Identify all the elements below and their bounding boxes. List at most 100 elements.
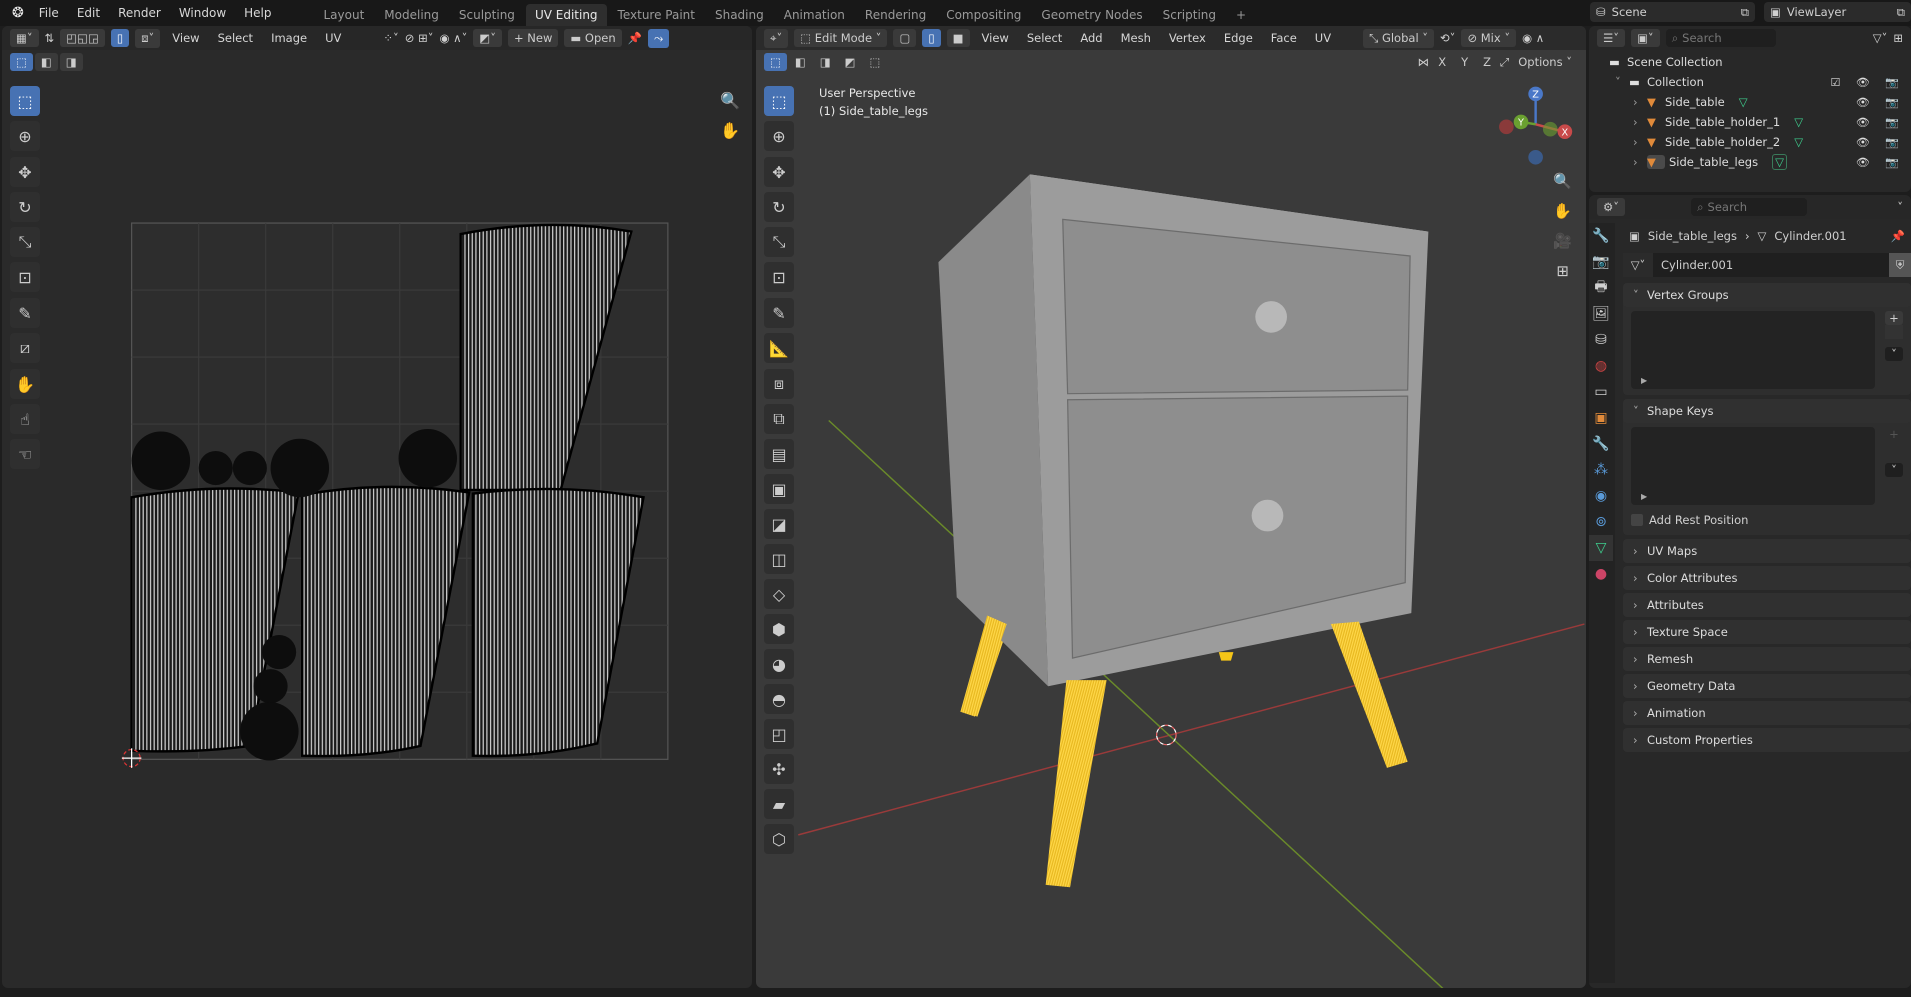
menu-window[interactable]: Window [170,6,235,20]
loop-cut-tool-icon[interactable]: ◫ [764,544,794,574]
select-subtract-icon[interactable]: ◨ [59,53,83,71]
tab-shading[interactable]: Shading [706,4,773,26]
mirror-y-toggle[interactable]: Y [1455,53,1475,71]
collapsed-panel-color-attributes[interactable]: › Color Attributes [1623,566,1911,590]
ortho-toggle-icon[interactable]: ⊞ [1553,256,1572,286]
vp-select-subtract-icon[interactable]: ◨ [813,53,837,71]
editor-type-icon[interactable]: ▦˅ [10,29,39,47]
orientation-selector[interactable]: ⤡ Global ˅ [1363,28,1435,48]
proportional-editing-icon[interactable]: ◉ ∧ [1522,31,1544,45]
add-shape-key-icon[interactable]: + [1885,427,1903,441]
add-rest-position-checkbox[interactable]: Add Rest Position [1623,505,1911,529]
vp-select-box-tool-icon[interactable]: ⬚ [764,86,794,116]
vp-rotate-tool-icon[interactable]: ↻ [764,192,794,222]
chevron-right-icon[interactable]: › [1633,115,1647,129]
relax-tool-icon[interactable]: ☝ [10,404,40,434]
mesh-data-icon[interactable]: ▽ [1739,95,1748,109]
vp-menu-face[interactable]: Face [1265,31,1303,45]
knife-tool-icon[interactable]: ◇ [764,579,794,609]
vp-select-new-icon[interactable]: ⬚ [764,53,787,71]
vp-zoom-icon[interactable]: 🔍 [1553,166,1572,196]
pivot-icon[interactable]: ⁘˅ [383,31,398,45]
collapsed-panel-animation[interactable]: › Animation [1623,701,1911,725]
measure-tool-icon[interactable]: 📐 [764,333,794,363]
scene-tab-icon[interactable]: ⛁ [1589,327,1613,353]
sync-selection-icon[interactable]: ⇅ [45,31,55,45]
select-mode-buttons[interactable]: ◰◱◲ [60,29,105,47]
collection-tab-icon[interactable]: ▭ [1589,379,1613,405]
collapsed-panel-custom-properties[interactable]: › Custom Properties [1623,728,1911,752]
pan-hand-icon[interactable]: ✋ [720,116,740,146]
scale-tool-icon[interactable]: ⤡ [10,227,40,257]
pinch-tool-icon[interactable]: ☜ [10,439,40,469]
new-collection-icon[interactable]: ⊞ [1893,31,1903,45]
poly-build-tool-icon[interactable]: ⬢ [764,614,794,644]
filter-icon[interactable]: ▽˅ [1873,31,1888,45]
uv-menu-uv[interactable]: UV [319,31,347,45]
menu-help[interactable]: Help [235,6,280,20]
vp-menu-mesh[interactable]: Mesh [1115,31,1157,45]
vp-scale-tool-icon[interactable]: ⤡ [764,227,794,257]
spin-tool-icon[interactable]: ◕ [764,649,794,679]
shape-keys-header[interactable]: ˅ Shape Keys [1623,399,1911,423]
remove-vertex-group-icon[interactable] [1885,325,1903,339]
vp-transform-tool-icon[interactable]: ⊡ [764,262,794,292]
object-tab-icon[interactable]: ▣ [1589,405,1613,431]
3d-viewport[interactable]: ⌖˅ ⬚ Edit Mode ˅ ▢ ▯ ■ View Select Add M… [756,26,1586,988]
add-cube-tool-icon[interactable]: ⧈ [764,369,794,399]
menu-edit[interactable]: Edit [68,6,109,20]
visibility-toggles[interactable]: 👁 📷 [1856,96,1905,109]
outliner-item[interactable]: › ▼ Side_table_holder_2 ▽ 👁 📷 [1589,132,1911,152]
outliner-search-input[interactable]: ⌕ Search [1665,29,1776,47]
pivot-point-icon[interactable]: ⟲˅ [1440,31,1455,45]
rip-tool-icon[interactable]: ⧄ [10,333,40,363]
scene-selector[interactable]: ⛁ Scene ⧉ [1590,2,1755,22]
vertex-groups-list[interactable]: ▶ [1631,311,1875,389]
world-tab-icon[interactable]: ◍ [1589,353,1613,379]
rip-region-tool-icon[interactable]: ⬡ [764,824,794,854]
uv-menu-image[interactable]: Image [265,31,313,45]
tab-geometry-nodes[interactable]: Geometry Nodes [1032,4,1151,26]
mesh-data-tab-icon[interactable]: ▽ [1589,535,1613,561]
vp-pan-icon[interactable]: ✋ [1553,196,1572,226]
add-vertex-group-icon[interactable]: + [1885,311,1903,325]
expand-icon[interactable]: ▶ [1641,492,1647,501]
image-browse-icon[interactable]: ◩˅ [473,29,502,47]
tab-layout[interactable]: Layout [315,4,374,26]
physics-tab-icon[interactable]: ◉ [1589,483,1613,509]
snap-icon[interactable]: ⊘ ⊞˅ [405,31,434,45]
uv-sculpt-icon[interactable]: ⤳ [647,28,670,48]
collapsed-panel-geometry-data[interactable]: › Geometry Data [1623,674,1911,698]
pin-icon[interactable]: 📌 [628,31,642,45]
vp-move-tool-icon[interactable]: ✥ [764,157,794,187]
vp-menu-uv[interactable]: UV [1309,31,1337,45]
grab-tool-icon[interactable]: ✋ [10,369,40,399]
new-view-layer-icon[interactable]: ⧉ [1897,5,1905,20]
collapsed-panel-remesh[interactable]: › Remesh [1623,647,1911,671]
visibility-toggles[interactable]: 👁 📷 [1856,116,1905,129]
render-tab-icon[interactable]: 📷 [1589,249,1613,275]
extrude-cursor-tool-icon[interactable]: ⧉ [764,404,794,434]
mesh-datablock-selector[interactable]: ▽˅ Cylinder.001 ⛨ [1623,253,1911,277]
edge-select-icon[interactable]: ▯ [922,29,941,47]
vp-annotate-tool-icon[interactable]: ✎ [764,298,794,328]
chevron-right-icon[interactable]: › [1633,155,1647,169]
vertex-select-icon[interactable]: ▢ [893,29,917,47]
modifier-tab-icon[interactable]: 🔧 [1589,431,1613,457]
checkbox-icon[interactable] [1631,514,1643,526]
chevron-right-icon[interactable]: › [1633,135,1647,149]
move-tool-icon[interactable]: ✥ [10,157,40,187]
viewport-editor-type-icon[interactable]: ⌖˅ [764,28,789,48]
material-tab-icon[interactable]: ● [1589,561,1613,587]
options-dropdown[interactable]: Options ˅ [1512,53,1578,71]
fake-user-shield-icon[interactable]: ⛨ [1889,253,1911,277]
mesh-data-icon[interactable]: ▽ [1772,154,1787,170]
outliner-item[interactable]: › ▼ Side_table ▽ 👁 📷 [1589,92,1911,112]
collapsed-panel-texture-space[interactable]: › Texture Space [1623,620,1911,644]
display-mode-icon[interactable]: ☰˅ [1597,29,1626,47]
tab-modeling[interactable]: Modeling [375,4,448,26]
chevron-down-icon[interactable]: ˅ [1897,200,1903,214]
snap-selector[interactable]: ⊘ Mix ˅ [1461,29,1517,47]
rotate-tool-icon[interactable]: ↻ [10,192,40,222]
zoom-icon[interactable]: 🔍 [720,86,740,116]
